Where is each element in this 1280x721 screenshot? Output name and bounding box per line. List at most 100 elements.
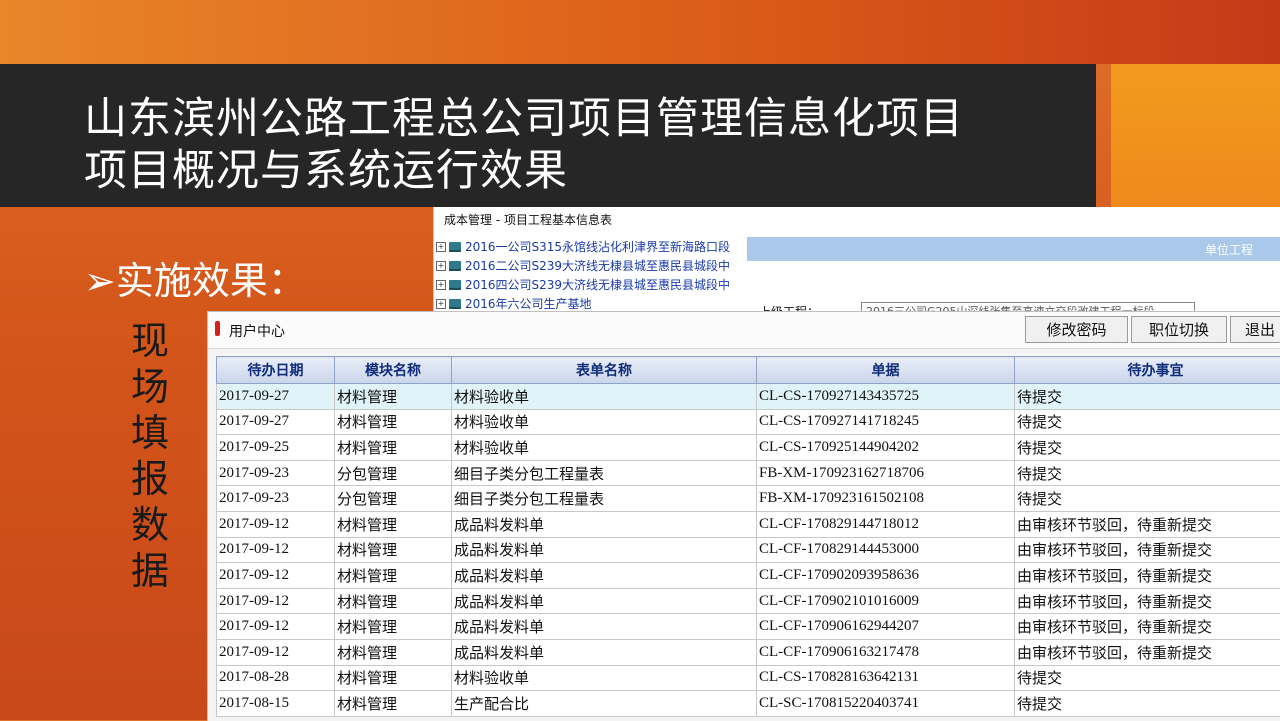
cell-module[interactable]: 材料管理 bbox=[335, 563, 452, 589]
tree-item[interactable]: + 2016一公司S315永馆线沾化利津界至新海路口段 bbox=[436, 237, 746, 256]
cell-task[interactable]: 由审核环节驳回，待重新提交 bbox=[1015, 537, 1280, 563]
vertical-char: 报 bbox=[128, 456, 172, 502]
cell-task[interactable]: 由审核环节驳回，待重新提交 bbox=[1015, 614, 1280, 640]
cell-task[interactable]: 待提交 bbox=[1015, 691, 1280, 717]
cell-date[interactable]: 2017-09-12 bbox=[217, 511, 335, 537]
table-row[interactable]: 2017-09-27材料管理材料验收单CL-CS-170927143435725… bbox=[217, 384, 1280, 410]
cell-task[interactable]: 由审核环节驳回，待重新提交 bbox=[1015, 563, 1280, 589]
cell-document[interactable]: CL-CF-170829144453000 bbox=[757, 537, 1015, 563]
cell-module[interactable]: 材料管理 bbox=[335, 409, 452, 435]
table-row[interactable]: 2017-08-15材料管理生产配合比CL-SC-170815220403741… bbox=[217, 691, 1280, 717]
cell-form[interactable]: 细目子类分包工程量表 bbox=[452, 460, 757, 486]
cell-date[interactable]: 2017-09-12 bbox=[217, 639, 335, 665]
cell-form[interactable]: 材料验收单 bbox=[452, 384, 757, 410]
cell-module[interactable]: 材料管理 bbox=[335, 435, 452, 461]
cell-module[interactable]: 分包管理 bbox=[335, 486, 452, 512]
table-row[interactable]: 2017-09-12材料管理成品料发料单CL-CF-17090210101600… bbox=[217, 588, 1280, 614]
cell-task[interactable]: 由审核环节驳回，待重新提交 bbox=[1015, 588, 1280, 614]
cell-date[interactable]: 2017-09-23 bbox=[217, 460, 335, 486]
cell-document[interactable]: CL-CF-170906163217478 bbox=[757, 639, 1015, 665]
table-row[interactable]: 2017-08-28材料管理材料验收单CL-CS-170828163642131… bbox=[217, 665, 1280, 691]
cell-document[interactable]: CL-SC-170815220403741 bbox=[757, 691, 1015, 717]
tree-item[interactable]: + 2016二公司S239大济线无棣县城至惠民县城段中 bbox=[436, 256, 746, 275]
column-header-form[interactable]: 表单名称 bbox=[452, 357, 757, 384]
expand-icon[interactable]: + bbox=[436, 280, 446, 290]
table-row[interactable]: 2017-09-23分包管理细目子类分包工程量表FB-XM-1709231627… bbox=[217, 460, 1280, 486]
cell-document[interactable]: FB-XM-170923162718706 bbox=[757, 460, 1015, 486]
cell-form[interactable]: 生产配合比 bbox=[452, 691, 757, 717]
cell-date[interactable]: 2017-09-25 bbox=[217, 435, 335, 461]
cell-form[interactable]: 成品料发料单 bbox=[452, 537, 757, 563]
cell-module[interactable]: 材料管理 bbox=[335, 639, 452, 665]
expand-icon[interactable]: + bbox=[436, 242, 446, 252]
table-row[interactable]: 2017-09-12材料管理成品料发料单CL-CF-17090616294420… bbox=[217, 614, 1280, 640]
cell-module[interactable]: 材料管理 bbox=[335, 691, 452, 717]
cell-document[interactable]: CL-CS-170927141718245 bbox=[757, 409, 1015, 435]
cell-task[interactable]: 由审核环节驳回，待重新提交 bbox=[1015, 511, 1280, 537]
cell-task[interactable]: 待提交 bbox=[1015, 409, 1280, 435]
cell-date[interactable]: 2017-09-27 bbox=[217, 409, 335, 435]
cell-document[interactable]: CL-CF-170902101016009 bbox=[757, 588, 1015, 614]
expand-icon[interactable]: + bbox=[436, 261, 446, 271]
change-password-button[interactable]: 修改密码 bbox=[1025, 316, 1128, 343]
cell-date[interactable]: 2017-09-23 bbox=[217, 486, 335, 512]
table-row[interactable]: 2017-09-12材料管理成品料发料单CL-CF-17090209395863… bbox=[217, 563, 1280, 589]
table-row[interactable]: 2017-09-12材料管理成品料发料单CL-CF-17082914471801… bbox=[217, 511, 1280, 537]
tree-item-label[interactable]: 2016一公司S315永馆线沾化利津界至新海路口段 bbox=[465, 238, 730, 255]
cell-module[interactable]: 分包管理 bbox=[335, 460, 452, 486]
table-row[interactable]: 2017-09-23分包管理细目子类分包工程量表FB-XM-1709231615… bbox=[217, 486, 1280, 512]
cell-document[interactable]: CL-CF-170829144718012 bbox=[757, 511, 1015, 537]
cell-document[interactable]: CL-CS-170828163642131 bbox=[757, 665, 1015, 691]
tree-item-label[interactable]: 2016四公司S239大济线无棣县城至惠民县城段中 bbox=[465, 276, 730, 293]
cell-form[interactable]: 材料验收单 bbox=[452, 435, 757, 461]
cell-module[interactable]: 材料管理 bbox=[335, 537, 452, 563]
cell-task[interactable]: 待提交 bbox=[1015, 486, 1280, 512]
tree-item[interactable]: + 2016四公司S239大济线无棣县城至惠民县城段中 bbox=[436, 275, 746, 294]
cell-module[interactable]: 材料管理 bbox=[335, 511, 452, 537]
switch-position-button[interactable]: 职位切换 bbox=[1131, 316, 1227, 343]
table-row[interactable]: 2017-09-12材料管理成品料发料单CL-CF-17082914445300… bbox=[217, 537, 1280, 563]
cell-document[interactable]: FB-XM-170923161502108 bbox=[757, 486, 1015, 512]
cell-document[interactable]: CL-CF-170902093958636 bbox=[757, 563, 1015, 589]
expand-icon[interactable]: + bbox=[436, 299, 446, 309]
cell-form[interactable]: 成品料发料单 bbox=[452, 614, 757, 640]
column-header-module[interactable]: 模块名称 bbox=[335, 357, 452, 384]
cell-date[interactable]: 2017-08-28 bbox=[217, 665, 335, 691]
cell-module[interactable]: 材料管理 bbox=[335, 588, 452, 614]
cost-window-title: 成本管理 - 项目工程基本信息表 bbox=[444, 211, 612, 228]
column-header-task[interactable]: 待办事宜 bbox=[1015, 357, 1280, 384]
cell-document[interactable]: CL-CF-170906162944207 bbox=[757, 614, 1015, 640]
cell-date[interactable]: 2017-09-12 bbox=[217, 537, 335, 563]
cell-form[interactable]: 成品料发料单 bbox=[452, 639, 757, 665]
cell-document[interactable]: CL-CS-170925144904202 bbox=[757, 435, 1015, 461]
table-row[interactable]: 2017-09-25材料管理材料验收单CL-CS-170925144904202… bbox=[217, 435, 1280, 461]
cell-module[interactable]: 材料管理 bbox=[335, 665, 452, 691]
cell-form[interactable]: 成品料发料单 bbox=[452, 563, 757, 589]
cell-task[interactable]: 待提交 bbox=[1015, 435, 1280, 461]
cell-form[interactable]: 材料验收单 bbox=[452, 665, 757, 691]
cell-date[interactable]: 2017-09-12 bbox=[217, 614, 335, 640]
cell-module[interactable]: 材料管理 bbox=[335, 384, 452, 410]
cell-document[interactable]: CL-CS-170927143435725 bbox=[757, 384, 1015, 410]
cell-date[interactable]: 2017-09-12 bbox=[217, 563, 335, 589]
cell-module[interactable]: 材料管理 bbox=[335, 614, 452, 640]
cell-form[interactable]: 成品料发料单 bbox=[452, 511, 757, 537]
tree-item-label[interactable]: 2016年六公司生产基地 bbox=[465, 295, 592, 312]
table-row[interactable]: 2017-09-27材料管理材料验收单CL-CS-170927141718245… bbox=[217, 409, 1280, 435]
table-row[interactable]: 2017-09-12材料管理成品料发料单CL-CF-17090616321747… bbox=[217, 639, 1280, 665]
cell-form[interactable]: 成品料发料单 bbox=[452, 588, 757, 614]
tree-item-label[interactable]: 2016二公司S239大济线无棣县城至惠民县城段中 bbox=[465, 257, 730, 274]
cell-task[interactable]: 待提交 bbox=[1015, 460, 1280, 486]
cell-date[interactable]: 2017-08-15 bbox=[217, 691, 335, 717]
user-center-title: 用户中心 bbox=[229, 321, 285, 341]
column-header-document[interactable]: 单据 bbox=[757, 357, 1015, 384]
cell-date[interactable]: 2017-09-27 bbox=[217, 384, 335, 410]
column-header-date[interactable]: 待办日期 bbox=[217, 357, 335, 384]
cell-form[interactable]: 细目子类分包工程量表 bbox=[452, 486, 757, 512]
cell-task[interactable]: 由审核环节驳回，待重新提交 bbox=[1015, 639, 1280, 665]
cell-date[interactable]: 2017-09-12 bbox=[217, 588, 335, 614]
cell-form[interactable]: 材料验收单 bbox=[452, 409, 757, 435]
cell-task[interactable]: 待提交 bbox=[1015, 384, 1280, 410]
logout-button[interactable]: 退出 bbox=[1230, 316, 1280, 343]
cell-task[interactable]: 待提交 bbox=[1015, 665, 1280, 691]
